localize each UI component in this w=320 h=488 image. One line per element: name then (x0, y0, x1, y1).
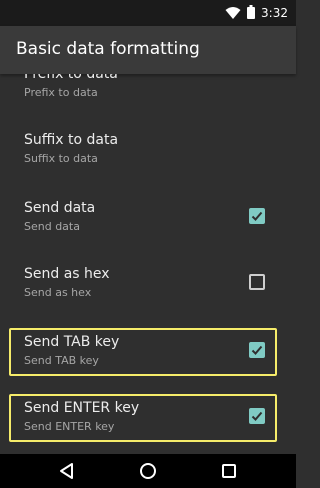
setting-title: Prefix to data (24, 74, 118, 82)
setting-subtitle: Send ENTER key (24, 420, 115, 433)
setting-subtitle: Suffix to data (24, 152, 98, 165)
settings-list[interactable]: Prefix to data Prefix to data Suffix to … (0, 74, 296, 454)
wifi-icon (225, 4, 241, 23)
setting-title: Suffix to data (24, 132, 119, 148)
recents-button[interactable] (219, 461, 239, 481)
check-icon (251, 411, 263, 421)
check-icon (251, 345, 263, 355)
status-time: 3:32 (261, 6, 288, 20)
setting-title: Send as hex (24, 266, 110, 282)
setting-prefix-to-data[interactable]: Prefix to data Prefix to data (0, 74, 296, 126)
app-bar: Basic data formatting (0, 26, 296, 74)
page-title: Basic data formatting (16, 39, 200, 59)
setting-suffix-to-data[interactable]: Suffix to data Suffix to data (0, 126, 296, 192)
send-as-hex-checkbox[interactable] (249, 274, 265, 290)
setting-send-enter-key[interactable]: Send ENTER key Send ENTER key (0, 394, 296, 454)
status-bar: 3:32 (0, 0, 296, 26)
setting-subtitle: Prefix to data (24, 86, 98, 99)
send-tab-key-checkbox[interactable] (249, 342, 265, 358)
setting-subtitle: Send TAB key (24, 354, 99, 367)
navigation-bar (0, 454, 296, 488)
setting-subtitle: Send as hex (24, 286, 92, 299)
setting-title: Send data (24, 200, 96, 216)
setting-send-tab-key[interactable]: Send TAB key Send TAB key (0, 328, 296, 394)
setting-title: Send ENTER key (24, 400, 140, 416)
send-enter-key-checkbox[interactable] (249, 408, 265, 424)
status-icons: 3:32 (225, 0, 288, 26)
battery-icon (247, 4, 256, 23)
recents-icon (222, 464, 236, 478)
back-icon (60, 463, 73, 479)
send-data-checkbox[interactable] (249, 208, 265, 224)
check-icon (251, 211, 263, 221)
back-button[interactable] (57, 461, 77, 481)
home-button[interactable] (138, 461, 158, 481)
setting-send-as-hex[interactable]: Send as hex Send as hex (0, 260, 296, 326)
home-icon (140, 463, 156, 479)
setting-send-data[interactable]: Send data Send data (0, 194, 296, 260)
setting-title: Send TAB key (24, 334, 120, 350)
setting-subtitle: Send data (24, 220, 80, 233)
